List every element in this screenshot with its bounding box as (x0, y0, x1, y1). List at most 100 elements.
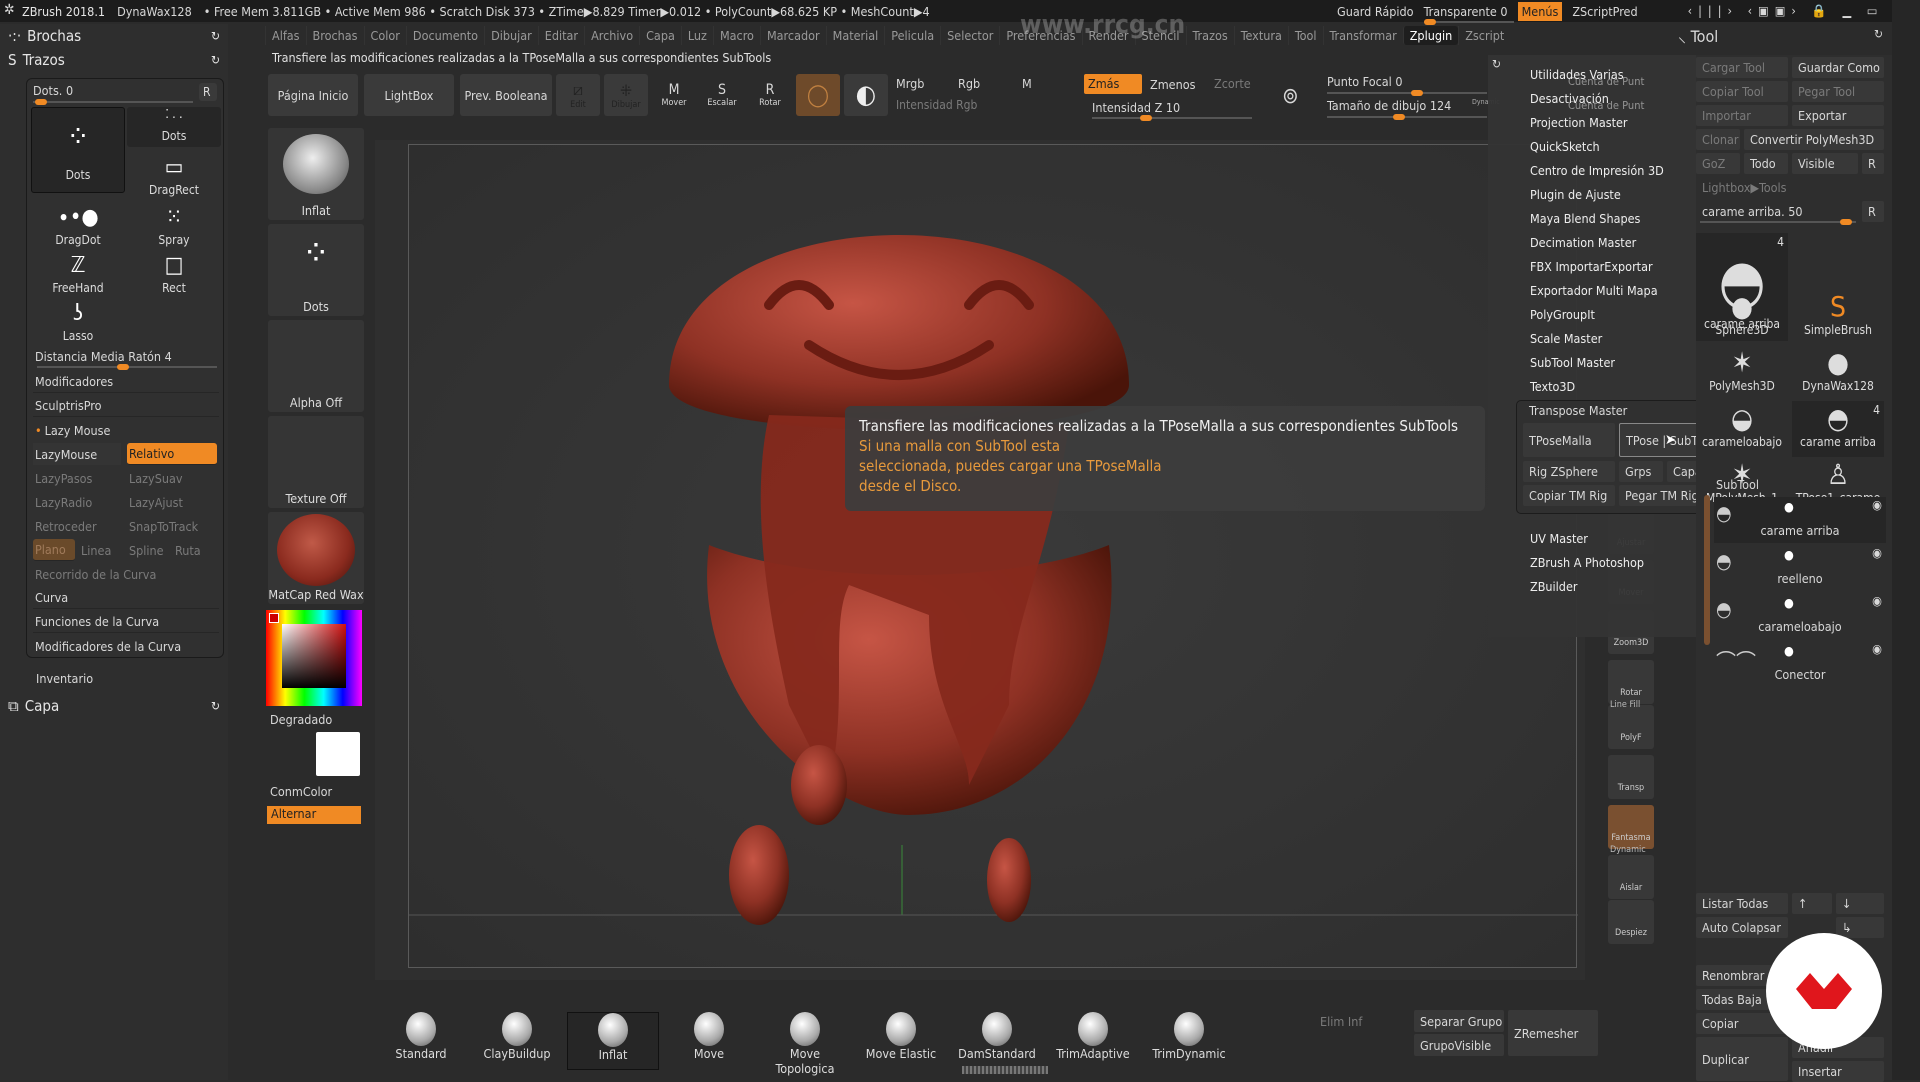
export-button[interactable]: Exportar (1792, 105, 1884, 126)
m-button[interactable]: M (1022, 76, 1032, 91)
load-tool-button[interactable]: Cargar Tool (1696, 57, 1788, 78)
strokes-header[interactable]: S Trazos ↻ (0, 48, 228, 72)
snaptotrack-button[interactable]: SnapToTrack (127, 515, 215, 537)
brush-claybuildup[interactable]: ClayBuildup (471, 1012, 563, 1070)
move-button[interactable]: M Mover (652, 74, 696, 116)
menu-marcador[interactable]: Marcador (759, 25, 826, 45)
curve-functions-section[interactable]: Funciones de la Curva (33, 611, 219, 633)
layer-header[interactable]: ⧉ Capa ↻ (0, 694, 228, 718)
arrow-turn-icon[interactable]: ↳ (1836, 917, 1884, 938)
visibility-toggle-icon[interactable]: ● (1784, 595, 1794, 610)
curve-section[interactable]: Curva (33, 587, 219, 609)
delete-hidden-button[interactable]: Elim Inf (1320, 1014, 1362, 1029)
brush-move[interactable]: Move (663, 1012, 755, 1070)
insert-button[interactable]: Insertar (1792, 1061, 1884, 1082)
stroke-lasso[interactable]: ʖ Lasso (31, 299, 125, 347)
split-groups-button[interactable]: Separar Grupo (1414, 1010, 1504, 1032)
zremesher-button[interactable]: ZRemesher (1508, 1010, 1598, 1056)
edit-button[interactable]: ⧄ Edit (556, 74, 600, 116)
zsub-button[interactable]: Zmenos (1150, 77, 1195, 92)
brush-inflat[interactable]: Inflat (567, 1012, 659, 1070)
grps-toggle[interactable]: Grps (1619, 461, 1663, 482)
group-visible-button[interactable]: GrupoVisible (1414, 1034, 1504, 1056)
paste-tool-button[interactable]: Pegar Tool (1792, 81, 1884, 102)
material-sphere-icon[interactable]: ◯ (796, 74, 840, 116)
alternate-button[interactable]: Alternar (267, 806, 361, 824)
quicksave-button[interactable]: Guard Rápido (1337, 4, 1414, 19)
sphere-mode-icon[interactable]: ◐ (844, 74, 888, 116)
zscript-button[interactable]: ZScriptPred (1572, 4, 1637, 19)
copy-tool-button[interactable]: Copiar Tool (1696, 81, 1788, 102)
r-button[interactable]: R (1862, 201, 1884, 222)
menu-trazos[interactable]: Trazos (1185, 25, 1234, 45)
duplicate-button[interactable]: Duplicar (1696, 1037, 1788, 1081)
lazysmooth-slider[interactable]: LazySuav (127, 467, 215, 489)
eye-icon[interactable]: ◉ (1872, 593, 1882, 608)
tool-thumbnail[interactable]: ● Sphere3D (1696, 289, 1788, 345)
rgb-button[interactable]: Rgb (958, 76, 980, 91)
stroke-dots-large[interactable]: ⁘ Dots (31, 107, 125, 193)
brush-damstandard[interactable]: DamStandard (951, 1012, 1043, 1070)
material-thumbnail[interactable]: MatCap Red Wax (268, 512, 364, 604)
reset-button[interactable]: R (199, 83, 217, 101)
save-as-button[interactable]: Guardar Como (1792, 57, 1884, 78)
home-page-button[interactable]: Página Inicio (268, 74, 358, 116)
eye-icon[interactable]: ◉ (1872, 545, 1882, 560)
zplugin-item[interactable]: Maya Blend Shapes (1530, 211, 1640, 226)
zplugin-item[interactable]: Centro de Impresión 3D (1530, 163, 1664, 178)
subtool-item[interactable]: ◓ ● ◉ carame arriba (1714, 497, 1886, 543)
zplugin-item[interactable]: QuickSketch (1530, 139, 1600, 154)
backtrack-button[interactable]: Retroceder (33, 515, 121, 537)
shelf-aislar[interactable]: Aislar (1608, 855, 1654, 899)
shelf-rotar[interactable]: Rotar (1608, 660, 1654, 704)
zplugin-item[interactable]: PolyGroupIt (1530, 307, 1595, 322)
line-button[interactable]: Linea (79, 539, 123, 561)
plane-button[interactable]: Plano (33, 539, 75, 561)
menu-capa[interactable]: Capa (639, 25, 681, 45)
tposemesh-button[interactable]: TPoseMalla (1523, 423, 1615, 457)
convert-polymesh-button[interactable]: Convertir PolyMesh3D (1744, 129, 1884, 150)
menu-transformar[interactable]: Transformar (1322, 25, 1403, 45)
switch-color-button[interactable]: ConmColor (270, 784, 332, 799)
brush-move-elastic[interactable]: Move Elastic (855, 1012, 947, 1070)
path-button[interactable]: Ruta (173, 539, 217, 561)
dots-slider[interactable] (33, 99, 193, 105)
menu-pelicula[interactable]: Pelicula (884, 25, 940, 45)
curve-step-slider[interactable]: Recorrido de la Curva (33, 563, 219, 585)
menu-zscript[interactable]: Zscript (1458, 25, 1510, 45)
shelf-despiez[interactable]: Despiez (1608, 900, 1654, 944)
refresh-icon[interactable]: ↻ (1874, 27, 1883, 41)
brush-settings-icon[interactable]: ⊚ (1282, 84, 1299, 109)
shelf-fantasma[interactable]: Fantasma (1608, 805, 1654, 849)
visibility-toggle-icon[interactable]: ● (1784, 547, 1794, 562)
lazyradius-slider[interactable]: LazyRadio (33, 491, 121, 513)
color-picker[interactable] (266, 610, 362, 706)
shelf-transp[interactable]: Transp (1608, 755, 1654, 799)
sculptris-section[interactable]: SculptrisPro (33, 395, 219, 417)
focal-shift-slider[interactable]: Punto Focal 0 (1327, 74, 1403, 89)
menu-selector[interactable]: Selector (940, 25, 999, 45)
stroke-dragrect[interactable]: ▭ DragRect (127, 153, 221, 201)
curve-modifiers-section[interactable]: Modificadores de la Curva (33, 635, 219, 657)
visibility-toggle-icon[interactable]: ● (1784, 643, 1794, 658)
brush-move-topologica[interactable]: Move Topologica (759, 1012, 851, 1076)
brush-trimdynamic[interactable]: TrimDynamic (1143, 1012, 1235, 1070)
draw-button[interactable]: ⁜ Dibujar (604, 74, 648, 116)
zplugin-item[interactable]: ZBuilder (1530, 579, 1577, 594)
rgb-intensity-slider[interactable]: Intensidad Rgb (896, 98, 977, 112)
zplugin-item[interactable]: Exportador Multi Mapa (1530, 283, 1658, 298)
clone-button[interactable]: Clonar (1696, 129, 1740, 150)
menu-brochas[interactable]: Brochas (305, 25, 364, 45)
draw-size-slider[interactable]: Tamaño de dibujo 124 (1327, 98, 1451, 113)
menus-toggle[interactable]: Menús (1517, 1, 1563, 21)
brushes-header[interactable]: ·:· Brochas ↻ (0, 24, 228, 48)
stroke-dragdot[interactable]: ∙•● DragDot (31, 203, 125, 251)
document-viewport[interactable] (379, 144, 1578, 968)
subtool-item[interactable]: ◓ ● ◉ carameloabajo (1714, 593, 1886, 639)
r-button[interactable]: R (1862, 153, 1884, 174)
inventory-section[interactable]: Inventario (36, 671, 93, 686)
brush-standard[interactable]: Standard (375, 1012, 467, 1070)
arrow-down-icon[interactable]: ↓ (1836, 893, 1884, 914)
modifiers-section[interactable]: Modificadores (33, 371, 219, 393)
subtool-scrollbar[interactable] (1704, 495, 1710, 645)
